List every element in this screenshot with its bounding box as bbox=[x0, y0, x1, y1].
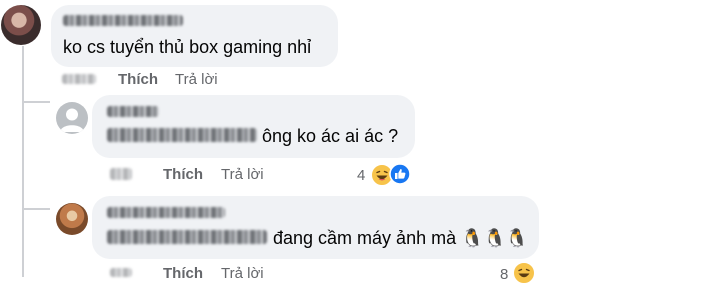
comment-bubble: ông ko ác ai ác ? bbox=[92, 95, 415, 158]
reply-button[interactable]: Trả lời bbox=[175, 71, 218, 89]
thread-line-main bbox=[22, 46, 24, 277]
mention-tag[interactable] bbox=[107, 128, 257, 142]
like-icon[interactable] bbox=[389, 163, 411, 185]
reply-button[interactable]: Trả lời bbox=[221, 265, 264, 283]
comment-timestamp[interactable] bbox=[110, 268, 132, 277]
reply-button[interactable]: Trả lời bbox=[221, 166, 264, 184]
like-button[interactable]: Thích bbox=[163, 166, 203, 184]
mention-tag[interactable] bbox=[107, 230, 267, 244]
comment-timestamp[interactable] bbox=[62, 74, 96, 84]
reaction-count[interactable]: 8 bbox=[500, 266, 508, 284]
thread-line-branch-2 bbox=[22, 208, 50, 210]
commenter-name[interactable] bbox=[63, 15, 183, 26]
avatar[interactable] bbox=[56, 102, 88, 134]
laughing-emoji[interactable] bbox=[513, 262, 535, 284]
reaction-count[interactable]: 4 bbox=[357, 167, 365, 185]
comment-timestamp[interactable] bbox=[110, 168, 132, 180]
commenter-name[interactable] bbox=[107, 207, 225, 218]
like-button[interactable]: Thích bbox=[118, 71, 158, 89]
commenter-name[interactable] bbox=[107, 106, 159, 117]
comment-text: ông ko ác ai ác ? bbox=[262, 126, 399, 146]
comment-bubble: ko cs tuyển thủ box gaming nhỉ bbox=[51, 5, 338, 67]
like-button[interactable]: Thích bbox=[163, 265, 203, 283]
default-avatar-icon bbox=[60, 108, 84, 132]
avatar[interactable] bbox=[56, 203, 88, 235]
thread-line-branch-1 bbox=[22, 101, 50, 103]
comment-text: ko cs tuyển thủ box gaming nhỉ bbox=[63, 37, 312, 57]
avatar[interactable] bbox=[1, 5, 41, 45]
comment-bubble: đang cầm máy ảnh mà 🐧🐧🐧 bbox=[92, 196, 539, 259]
comment-text: đang cầm máy ảnh mà 🐧🐧🐧 bbox=[273, 228, 529, 248]
